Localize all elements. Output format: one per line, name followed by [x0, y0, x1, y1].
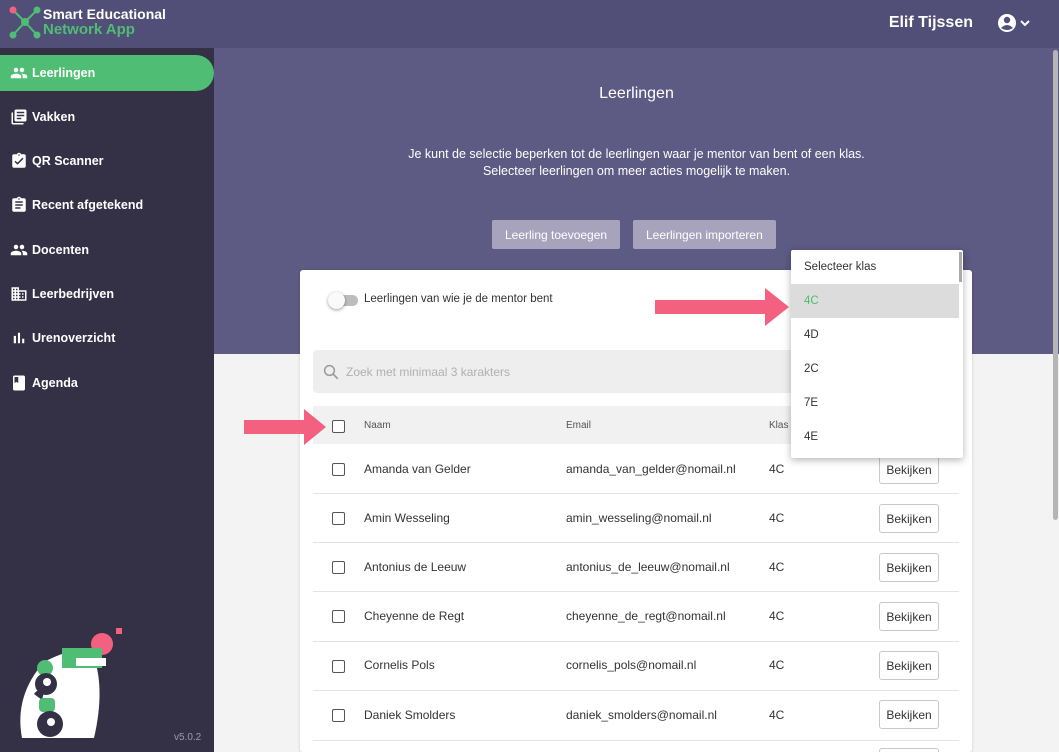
select-all-checkbox[interactable]: [332, 420, 345, 433]
business-icon: [11, 287, 27, 301]
student-name: Daniek Smolders: [364, 708, 456, 722]
student-class: 4C: [769, 658, 785, 672]
student-class: 4C: [769, 511, 785, 525]
book-icon: [13, 375, 25, 391]
version-label: v5.0.2: [174, 732, 202, 743]
row-checkbox[interactable]: [332, 561, 345, 574]
class-option-4e[interactable]: 4E: [791, 420, 959, 454]
sidebar-item-label: Docenten: [32, 243, 89, 257]
student-email: amanda_van_gelder@nomail.nl: [566, 462, 736, 476]
dropdown-scrollbar[interactable]: [959, 252, 962, 282]
sidebar-item-recent-afgetekend[interactable]: Recent afgetekend: [0, 187, 214, 223]
view-student-button-partial[interactable]: [879, 748, 939, 752]
sidebar-item-docenten[interactable]: Docenten: [0, 232, 214, 268]
row-checkbox[interactable]: [332, 610, 345, 623]
student-email: cornelis_pols@nomail.nl: [566, 658, 697, 672]
class-option-4c[interactable]: 4C: [791, 284, 959, 318]
student-class: 4C: [769, 609, 785, 623]
user-name: Elif Tijssen: [888, 14, 973, 31]
student-email: amin_wesseling@nomail.nl: [566, 511, 712, 525]
view-student-button[interactable]: Bekijken: [879, 504, 939, 533]
sidebar-item-label: Agenda: [32, 376, 78, 390]
mascot-illustration: [20, 628, 122, 738]
sidebar-item-agenda[interactable]: Agenda: [0, 365, 214, 401]
student-name: Cornelis Pols: [364, 658, 435, 672]
app-name-line2: Network App: [43, 21, 135, 38]
student-email: cheyenne_de_regt@nomail.nl: [566, 609, 726, 623]
column-header-name[interactable]: Naam: [364, 420, 391, 431]
sidebar-item-leerbedrijven[interactable]: Leerbedrijven: [0, 276, 214, 312]
intro-text: Je kunt de selectie beperken tot de leer…: [214, 146, 1059, 180]
row-divider: [313, 690, 959, 691]
annotation-arrow-icon: [244, 409, 326, 445]
network-logo-icon[interactable]: [8, 4, 42, 40]
sidebar-item-leerlingen[interactable]: Leerlingen: [0, 55, 214, 91]
row-checkbox[interactable]: [332, 512, 345, 525]
app-name[interactable]: Smart Educational Network App: [43, 6, 166, 38]
view-student-button[interactable]: Bekijken: [879, 553, 939, 582]
column-header-email[interactable]: Email: [566, 420, 591, 431]
import-students-button[interactable]: Leerlingen importeren: [633, 220, 776, 249]
row-divider: [313, 641, 959, 642]
row-checkbox[interactable]: [332, 463, 345, 476]
sidebar-item-label: Leerlingen: [32, 66, 96, 80]
class-option-2c[interactable]: 2C: [791, 352, 959, 386]
student-name: Amin Wesseling: [364, 511, 450, 525]
mentor-toggle-label: Leerlingen van wie je de mentor bent: [364, 293, 553, 305]
student-email: antonius_de_leeuw@nomail.nl: [566, 560, 730, 574]
sidebar-item-label: QR Scanner: [32, 154, 104, 168]
row-checkbox[interactable]: [332, 709, 345, 722]
intro-line-2: Selecteer leerlingen om meer acties moge…: [482, 164, 791, 178]
people-icon: [10, 244, 28, 256]
class-option-placeholder[interactable]: Selecteer klas: [791, 250, 959, 284]
add-student-button[interactable]: Leerling toevoegen: [492, 220, 621, 249]
page-title: Leerlingen: [599, 85, 674, 102]
view-student-button[interactable]: Bekijken: [879, 700, 939, 729]
row-divider: [313, 740, 959, 741]
sidebar-item-label: Urenoverzicht: [32, 331, 116, 345]
sidebar-item-label: Recent afgetekend: [32, 198, 144, 212]
clipboard-check-icon: [12, 152, 26, 168]
sidebar-item-qr-scanner[interactable]: QR Scanner: [0, 143, 214, 179]
people-icon: [10, 67, 28, 79]
row-divider: [313, 493, 959, 494]
intro-line-1: Je kunt de selectie beperken tot de leer…: [408, 147, 865, 161]
assignment-icon: [12, 196, 26, 212]
view-student-button[interactable]: Bekijken: [879, 602, 939, 631]
class-option-7e[interactable]: 7E: [791, 386, 959, 420]
student-class: 4C: [769, 560, 785, 574]
row-checkbox[interactable]: [332, 660, 345, 673]
sidebar-item-urenoverzicht[interactable]: Urenoverzicht: [0, 320, 214, 356]
student-name: Antonius de Leeuw: [364, 560, 467, 574]
library-books-icon: [11, 109, 27, 125]
class-option-4d[interactable]: 4D: [791, 318, 959, 352]
page-scrollbar[interactable]: [1053, 50, 1058, 520]
app-name-line1: Smart Educational: [43, 6, 166, 22]
student-name: Amanda van Gelder: [364, 462, 471, 476]
view-student-button[interactable]: Bekijken: [879, 651, 939, 680]
student-class: 4C: [769, 708, 785, 722]
account-menu-icon[interactable]: [997, 12, 1031, 34]
row-divider: [313, 542, 959, 543]
student-class: 4C: [769, 462, 785, 476]
annotation-arrow-icon: [655, 288, 789, 326]
sidebar-item-label: Leerbedrijven: [32, 287, 114, 301]
search-input[interactable]: [346, 360, 786, 384]
sidebar-item-vakken[interactable]: Vakken: [0, 99, 214, 135]
mentor-toggle[interactable]: [328, 292, 345, 309]
search-icon: [323, 364, 339, 380]
student-name: Cheyenne de Regt: [364, 609, 465, 623]
row-divider: [313, 591, 959, 592]
sidebar-item-label: Vakken: [32, 110, 76, 124]
student-email: daniek_smolders@nomail.nl: [566, 708, 717, 722]
column-header-class[interactable]: Klas: [769, 420, 788, 431]
bar-chart-icon: [13, 332, 25, 344]
view-student-button[interactable]: Bekijken: [879, 455, 939, 484]
